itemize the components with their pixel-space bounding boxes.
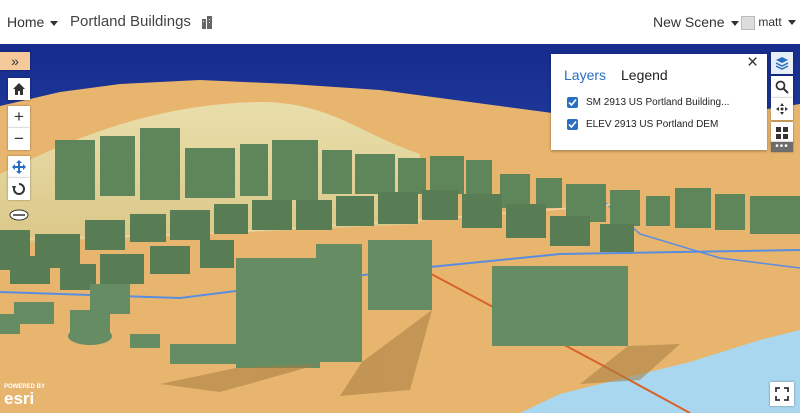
fullscreen-icon xyxy=(775,387,789,401)
new-scene-menu[interactable]: New Scene xyxy=(653,0,739,44)
plus-icon: + xyxy=(14,107,24,126)
expand-icon: » xyxy=(11,53,19,69)
search-button[interactable] xyxy=(771,76,793,98)
new-scene-label: New Scene xyxy=(653,14,725,30)
home-menu-label: Home xyxy=(7,14,45,30)
close-icon[interactable]: × xyxy=(747,52,758,74)
layer-list-panel: Layers Legend × SM 2913 US Portland Buil… xyxy=(551,52,767,150)
pan-mode-button[interactable] xyxy=(8,156,30,178)
rotate-mode-button[interactable] xyxy=(8,178,30,200)
chevron-down-icon xyxy=(787,20,796,26)
esri-logo: POWERED BY esri xyxy=(4,384,45,407)
more-icon: ••• xyxy=(775,141,789,152)
user-menu[interactable]: matt xyxy=(741,0,796,44)
zoom-out-button[interactable]: − xyxy=(8,128,30,150)
layer-label: ELEV 2913 US Portland DEM xyxy=(586,118,719,130)
pan-icon xyxy=(12,160,26,174)
layer-checkbox[interactable] xyxy=(567,96,578,108)
rotate-icon xyxy=(12,183,25,195)
minus-icon: − xyxy=(14,129,24,148)
tab-layers[interactable]: Layers xyxy=(564,67,606,83)
buildings-icon xyxy=(202,16,213,30)
layer-item[interactable]: SM 2913 US Portland Building... xyxy=(567,94,729,110)
chevron-down-icon xyxy=(50,20,59,26)
esri-brand-text: esri xyxy=(4,389,35,408)
grid-icon xyxy=(776,127,788,139)
top-bar: Home Portland Buildings New Scene matt xyxy=(0,0,800,44)
home-view-button[interactable] xyxy=(8,78,30,100)
tab-legend[interactable]: Legend xyxy=(621,67,668,83)
home-icon xyxy=(13,83,25,95)
layer-item[interactable]: ELEV 2913 US Portland DEM xyxy=(567,116,718,132)
layers-icon xyxy=(775,57,789,70)
home-menu[interactable]: Home xyxy=(7,0,59,44)
compass-icon xyxy=(9,209,29,221)
app-title-text: Portland Buildings xyxy=(70,13,191,30)
layer-label: SM 2913 US Portland Building... xyxy=(586,96,730,108)
move-icon xyxy=(776,103,788,115)
layer-checkbox[interactable] xyxy=(567,118,578,130)
checkmark-icon xyxy=(568,98,577,106)
zoom-in-button[interactable]: + xyxy=(8,106,30,128)
app-title: Portland Buildings xyxy=(70,0,213,44)
avatar xyxy=(741,15,755,30)
checkmark-icon xyxy=(568,120,577,128)
fullscreen-button[interactable] xyxy=(770,382,794,406)
user-name: matt xyxy=(758,15,782,29)
chevron-down-icon xyxy=(730,20,739,26)
expand-panel-button[interactable]: » xyxy=(0,52,30,70)
search-icon xyxy=(775,80,789,94)
compass-button[interactable] xyxy=(9,208,29,221)
layer-list-button[interactable] xyxy=(771,52,793,74)
locate-button[interactable] xyxy=(771,98,793,120)
more-tools-button[interactable]: ••• xyxy=(771,142,793,152)
